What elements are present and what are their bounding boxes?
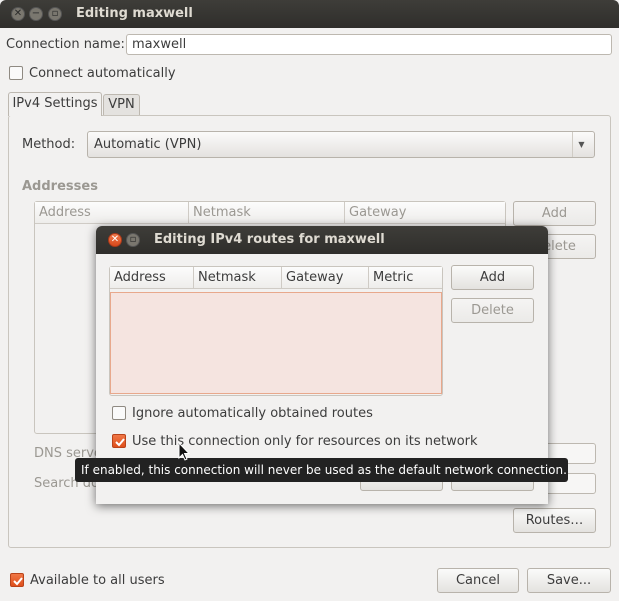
routes-dialog-titlebar: ✕ ▫ Editing IPv4 routes for maxwell (96, 226, 548, 254)
addresses-column-header: Netmask (189, 202, 345, 224)
routes-button[interactable]: Routes… (513, 508, 596, 533)
tab-label: IPv4 Settings (12, 96, 98, 111)
dialog-title: Editing IPv4 routes for maxwell (154, 232, 385, 247)
routes-table-body[interactable] (110, 292, 442, 394)
addresses-add-button[interactable]: Add (513, 201, 596, 226)
available-to-all-users-checkbox[interactable] (10, 573, 24, 587)
only-resources-checkbox[interactable] (112, 434, 126, 448)
connection-name-label: Connection name: (6, 37, 125, 52)
routes-column-header[interactable]: Gateway (282, 267, 369, 289)
addresses-column-header: Address (35, 202, 189, 224)
window-title: Editing maxwell (76, 6, 193, 21)
method-value: Automatic (VPN) (94, 137, 202, 152)
cancel-button[interactable]: Cancel (437, 568, 519, 593)
method-dropdown[interactable]: Automatic (VPN) ▼ (87, 131, 595, 158)
maximize-icon[interactable]: ▫ (126, 233, 140, 247)
routes-column-header[interactable]: Netmask (194, 267, 282, 289)
routes-column-header[interactable]: Metric (369, 267, 442, 289)
dropdown-arrow-icon: ▼ (572, 132, 590, 157)
method-label: Method: (22, 137, 76, 152)
routes-delete-button[interactable]: Delete (451, 298, 534, 323)
routes-column-header[interactable]: Address (110, 267, 194, 289)
available-to-all-users-label: Available to all users (30, 573, 165, 588)
mouse-cursor-icon (178, 442, 190, 461)
checkmark-icon (115, 438, 125, 447)
maximize-icon[interactable]: ▫ (48, 7, 62, 21)
close-icon[interactable]: ✕ (108, 233, 122, 247)
ignore-routes-label: Ignore automatically obtained routes (132, 406, 373, 421)
connection-name-field[interactable]: maxwell (126, 34, 612, 55)
ignore-routes-checkbox[interactable] (112, 406, 126, 420)
addresses-column-header: Gateway (345, 202, 505, 224)
tooltip: If enabled, this connection will never b… (75, 458, 568, 482)
checkmark-icon (13, 577, 23, 586)
close-icon[interactable]: ✕ (11, 7, 25, 21)
minimize-icon[interactable]: − (29, 7, 43, 21)
tab-label: VPN (108, 97, 135, 112)
connect-automatically-label: Connect automatically (29, 66, 176, 81)
connect-automatically-checkbox[interactable] (9, 66, 23, 80)
routes-add-button[interactable]: Add (451, 265, 534, 290)
tab-ipv4-settings[interactable]: IPv4 Settings (8, 92, 102, 116)
addresses-heading: Addresses (22, 179, 98, 194)
main-window-titlebar: ✕ − ▫ Editing maxwell (0, 0, 619, 28)
save-button[interactable]: Save... (527, 568, 611, 593)
tab-vpn[interactable]: VPN (103, 94, 140, 115)
